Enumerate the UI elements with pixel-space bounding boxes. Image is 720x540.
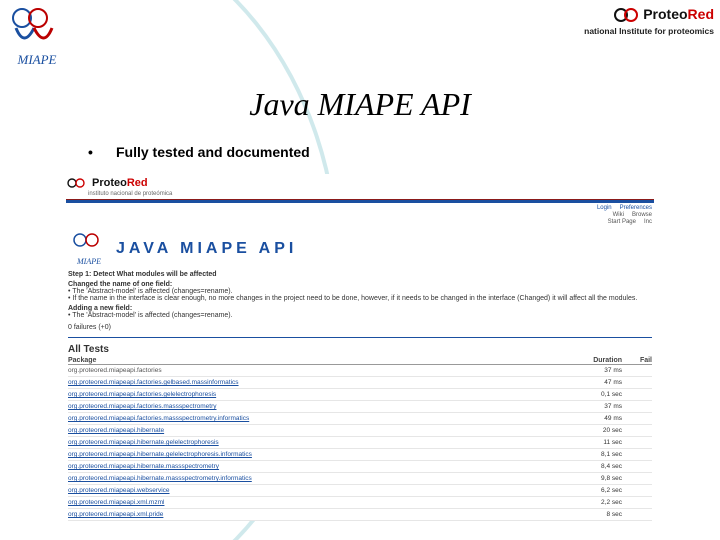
link-preferences[interactable]: Preferences xyxy=(620,205,652,211)
pkg-link[interactable]: org.proteored.miapeapi.factories.gelelec… xyxy=(68,389,572,400)
fail-cell xyxy=(622,449,652,460)
pkg-link[interactable]: org.proteored.miapeapi.factories.massspe… xyxy=(68,401,572,412)
duration-cell: 6,2 sec xyxy=(572,485,622,496)
duration-cell: 11 sec xyxy=(572,437,622,448)
pkg-link[interactable]: org.proteored.miapeapi.factories.gelbase… xyxy=(68,377,572,388)
slide-title: Java MIAPE API xyxy=(0,86,720,123)
step-h2: Adding a new field: xyxy=(68,305,132,312)
pkg-link[interactable]: org.proteored.miapeapi.hibernate.massspe… xyxy=(68,473,572,484)
shot-subtitle: instituto nacional de proteómica xyxy=(88,191,658,197)
screenshot-panel: ProteoRed instituto nacional de proteómi… xyxy=(62,174,658,521)
table-row: org.proteored.miapeapi.factories.gelbase… xyxy=(68,377,652,389)
api-banner-title: JAVA MIAPE API xyxy=(116,240,297,258)
table-row: org.proteored.miapeapi.xml.pride8 sec xyxy=(68,509,652,521)
step-title: Step 1: Detect What modules will be affe… xyxy=(68,271,217,278)
brand-subtitle: national Institute for proteomics xyxy=(574,26,714,36)
link-browse[interactable]: Browse xyxy=(632,212,652,218)
pkg-link[interactable]: org.proteored.miapeapi.webservice xyxy=(68,485,572,496)
duration-cell: 47 ms xyxy=(572,377,622,388)
th-duration: Duration xyxy=(572,357,622,364)
link-login[interactable]: Login xyxy=(597,205,612,211)
fail-cell xyxy=(622,461,652,472)
brand-proteo: Proteo xyxy=(643,6,687,22)
duration-cell: 2,2 sec xyxy=(572,497,622,508)
step-h1: Changed the name of one field: xyxy=(68,281,172,288)
pkg-link[interactable]: org.proteored.miapeapi.xml.pride xyxy=(68,509,572,520)
shot-brand-a: Proteo xyxy=(92,177,127,189)
all-tests-heading: All Tests xyxy=(68,344,652,355)
bullet-1: •Fully tested and documented xyxy=(88,144,310,160)
table-row: org.proteored.miapeapi.factories.massspe… xyxy=(68,413,652,425)
tests-table-header: Package Duration Fail xyxy=(68,357,652,365)
table-row: org.proteored.miapeapi.webservice6,2 sec xyxy=(68,485,652,497)
svg-text:MIAPE: MIAPE xyxy=(76,257,101,266)
pkg-link[interactable]: org.proteored.miapeapi.factories.massspe… xyxy=(68,413,572,424)
fail-cell xyxy=(622,497,652,508)
table-row: org.proteored.miapeapi.factories.massspe… xyxy=(68,401,652,413)
step-l2: • If the name in the interface is clear … xyxy=(68,295,637,302)
duration-cell: 37 ms xyxy=(572,401,622,412)
pkg-link[interactable]: org.proteored.miapeapi.hibernate.gelelec… xyxy=(68,437,572,448)
failures-line: 0 failures (+0) xyxy=(68,324,652,331)
fail-cell xyxy=(622,365,652,376)
table-row: org.proteored.miapeapi.hibernate20 sec xyxy=(68,425,652,437)
pkg-link[interactable]: org.proteored.miapeapi.xml.mzml xyxy=(68,497,572,508)
link-inc[interactable]: Inc xyxy=(644,219,652,225)
fail-cell xyxy=(622,437,652,448)
brand-red: Red xyxy=(688,6,714,22)
table-row: org.proteored.miapeapi.factories.gelelec… xyxy=(68,389,652,401)
table-row: org.proteored.miapeapi.hibernate.massspe… xyxy=(68,473,652,485)
duration-cell: 9,8 sec xyxy=(572,473,622,484)
step-l1: • The 'Abstract-model' is affected (chan… xyxy=(68,288,652,295)
table-row: org.proteored.miapeapi.hibernate.gelelec… xyxy=(68,437,652,449)
svg-text:MIAPE: MIAPE xyxy=(17,52,57,67)
fail-cell xyxy=(622,413,652,424)
shot-top-links: Login Preferences Wiki Browse Start Page In… xyxy=(62,203,658,227)
fail-cell xyxy=(622,389,652,400)
fail-cell xyxy=(622,425,652,436)
duration-cell: 8,4 sec xyxy=(572,461,622,472)
proteored-glyph-icon xyxy=(66,176,86,190)
duration-cell: 37 ms xyxy=(572,365,622,376)
table-row: org.proteored.miapeapi.xml.mzml2,2 sec xyxy=(68,497,652,509)
duration-cell: 20 sec xyxy=(572,425,622,436)
fail-cell xyxy=(622,377,652,388)
miape-logo: MIAPE xyxy=(4,4,70,68)
fail-cell xyxy=(622,485,652,496)
bullet-1-text: Fully tested and documented xyxy=(116,144,310,160)
proteored-logo-top: ProteoRed national Institute for proteom… xyxy=(574,6,714,36)
pkg-link[interactable]: org.proteored.miapeapi.hibernate xyxy=(68,425,572,436)
pkg-link[interactable]: org.proteored.miapeapi.hibernate.massspe… xyxy=(68,461,572,472)
table-row: org.proteored.miapeapi.factories37 ms xyxy=(68,365,652,377)
duration-cell: 8,1 sec xyxy=(572,449,622,460)
link-wiki[interactable]: Wiki xyxy=(613,212,624,218)
shot-brand-b: Red xyxy=(127,177,148,189)
duration-cell: 8 sec xyxy=(572,509,622,520)
section-divider xyxy=(68,337,652,338)
step-l3: • The 'Abstract-model' is affected (chan… xyxy=(68,312,652,319)
th-fail: Fail xyxy=(622,357,652,364)
miape-logo-small: MIAPE xyxy=(68,231,110,267)
duration-cell: 49 ms xyxy=(572,413,622,424)
link-startpage[interactable]: Start Page xyxy=(608,219,636,225)
pkg-link: org.proteored.miapeapi.factories xyxy=(68,365,572,376)
th-package: Package xyxy=(68,357,572,364)
table-row: org.proteored.miapeapi.hibernate.massspe… xyxy=(68,461,652,473)
table-row: org.proteored.miapeapi.hibernate.gelelec… xyxy=(68,449,652,461)
fail-cell xyxy=(622,509,652,520)
fail-cell xyxy=(622,401,652,412)
pkg-link[interactable]: org.proteored.miapeapi.hibernate.gelelec… xyxy=(68,449,572,460)
fail-cell xyxy=(622,473,652,484)
duration-cell: 0,1 sec xyxy=(572,389,622,400)
